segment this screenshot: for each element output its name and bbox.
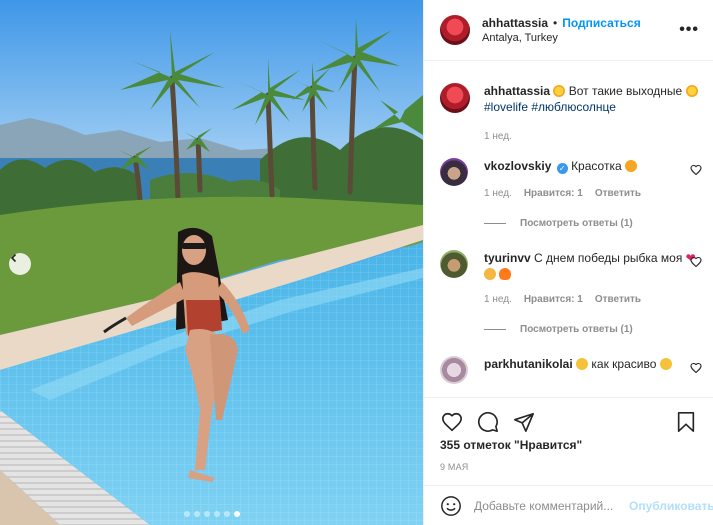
post-actions-section: 355 отметок "Нравится" 9 МАЯ xyxy=(424,397,713,485)
author-info: ahhattassia • Подписаться Antalya, Turke… xyxy=(482,16,677,44)
replies-divider xyxy=(484,223,506,224)
like-comment-heart-icon[interactable] xyxy=(690,362,702,374)
fire-emoji-icon xyxy=(499,268,512,280)
publish-button[interactable]: Опубликовать xyxy=(629,499,713,513)
comment-item: parkhutanikolai как красиво xyxy=(440,356,702,384)
photo-illustration xyxy=(0,0,423,525)
caption-username[interactable]: ahhattassia xyxy=(484,84,550,98)
comment-text: как красиво xyxy=(591,357,657,371)
post-photo[interactable] xyxy=(0,0,423,525)
view-replies-button[interactable]: Посмотреть ответы (1) xyxy=(484,218,633,229)
post-modal: ahhattassia • Подписаться Antalya, Turke… xyxy=(0,0,713,525)
comment-body: vkozlovskiy ✓ Красотка 1 нед. Нравится: … xyxy=(484,158,702,202)
smiling-emoji-icon xyxy=(576,358,589,370)
save-bookmark-icon[interactable] xyxy=(674,410,698,434)
hashtag-link[interactable]: #люблюсолнце xyxy=(531,100,616,114)
emoji-smile-icon[interactable] xyxy=(440,494,462,518)
view-replies-label[interactable]: Посмотреть ответы (1) xyxy=(520,218,633,229)
carousel-dot xyxy=(213,511,220,517)
comments-list[interactable]: ahhattassia Вот такие выходные #lovelife… xyxy=(424,62,713,397)
like-comment-heart-icon[interactable] xyxy=(690,164,702,176)
comment-time[interactable]: 1 нед. xyxy=(484,292,512,308)
view-replies-button[interactable]: Посмотреть ответы (1) xyxy=(484,324,633,335)
likes-count[interactable]: 355 отметок "Нравится" xyxy=(424,438,713,452)
author-avatar[interactable] xyxy=(440,15,470,45)
post-sidebar: ahhattassia • Подписаться Antalya, Turke… xyxy=(423,0,713,525)
carousel-dot xyxy=(193,511,200,517)
commenter-avatar[interactable] xyxy=(440,158,468,186)
commenter-username[interactable]: tyurinvv xyxy=(484,251,531,265)
comment-text: Красотка xyxy=(571,159,622,173)
carousel-indicator xyxy=(0,511,423,517)
comment-item: tyurinvv С днем победы рыбка моя ❤ 1 нед… xyxy=(440,250,702,308)
more-options-button[interactable]: ••• xyxy=(677,21,699,39)
comment-text: С днем победы рыбка моя xyxy=(534,251,683,265)
post-location[interactable]: Antalya, Turkey xyxy=(482,32,677,44)
caption: ahhattassia Вот такие выходные #lovelife… xyxy=(440,83,702,145)
reply-button[interactable]: Ответить xyxy=(595,292,641,308)
carousel-dot xyxy=(223,511,230,517)
comment-likes[interactable]: Нравится: 1 xyxy=(524,186,583,202)
verified-badge-icon: ✓ xyxy=(556,163,568,174)
post-header: ahhattassia • Подписаться Antalya, Turke… xyxy=(424,0,713,61)
replies-divider xyxy=(484,329,506,330)
comment-time[interactable]: 1 нед. xyxy=(484,186,512,202)
comment-item: vkozlovskiy ✓ Красотка 1 нед. Нравится: … xyxy=(440,158,702,202)
caption-text: Вот такие выходные xyxy=(568,84,683,98)
comment-input[interactable] xyxy=(474,498,629,513)
carousel-dot-active xyxy=(233,511,240,517)
comment-bubble-icon[interactable] xyxy=(476,410,500,434)
share-paper-plane-icon[interactable] xyxy=(512,410,536,434)
reply-button[interactable]: Ответить xyxy=(595,186,641,202)
add-comment-form: Опубликовать xyxy=(424,485,713,525)
carousel-dot xyxy=(183,511,190,517)
view-replies-label[interactable]: Посмотреть ответы (1) xyxy=(520,324,633,335)
previous-image-button[interactable] xyxy=(9,253,31,275)
heart-eyes-emoji-icon xyxy=(624,160,637,172)
caption-time[interactable]: 1 нед. xyxy=(484,129,512,145)
like-comment-heart-icon[interactable] xyxy=(690,256,702,268)
comment-likes[interactable]: Нравится: 1 xyxy=(524,292,583,308)
caption-body: ahhattassia Вот такие выходные #lovelife… xyxy=(484,83,702,145)
caption-avatar[interactable] xyxy=(440,83,470,113)
commenter-avatar[interactable] xyxy=(440,356,468,384)
post-date[interactable]: 9 МАЯ xyxy=(424,462,713,472)
follow-button[interactable]: Подписаться xyxy=(562,16,640,30)
carousel-dot xyxy=(203,511,210,517)
comment-body: parkhutanikolai как красиво xyxy=(484,356,702,384)
action-bar xyxy=(424,398,713,438)
hands-emoji-icon xyxy=(484,268,496,280)
smiling-emoji-icon xyxy=(659,358,672,370)
sun-emoji-icon xyxy=(553,85,566,97)
commenter-username[interactable]: parkhutanikolai xyxy=(484,357,573,371)
separator-dot: • xyxy=(553,16,558,30)
author-username[interactable]: ahhattassia xyxy=(482,16,548,30)
commenter-username[interactable]: vkozlovskiy xyxy=(484,159,551,173)
comment-body: tyurinvv С днем победы рыбка моя ❤ 1 нед… xyxy=(484,250,702,308)
commenter-avatar[interactable] xyxy=(440,250,468,278)
sun-emoji-icon xyxy=(685,85,698,97)
hashtag-link[interactable]: #lovelife xyxy=(484,100,528,114)
like-heart-icon[interactable] xyxy=(440,410,464,434)
